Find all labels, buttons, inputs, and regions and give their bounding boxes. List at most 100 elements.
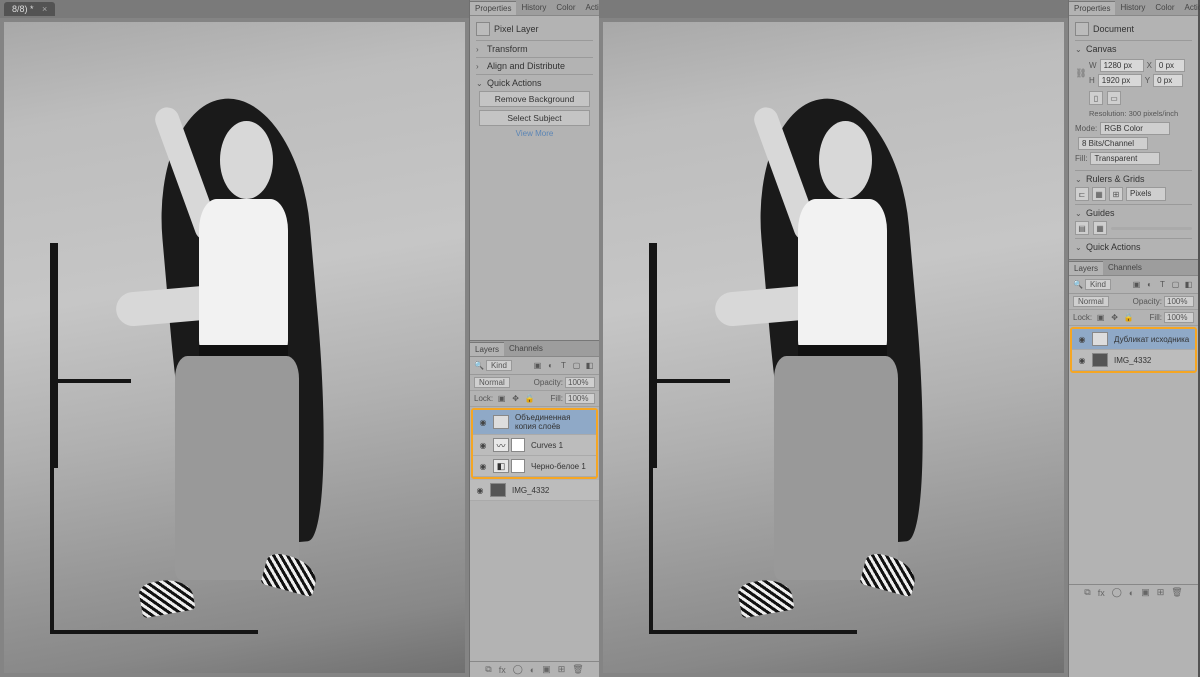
height-input[interactable]: 1920 px bbox=[1098, 74, 1142, 87]
tab-channels[interactable]: Channels bbox=[1103, 261, 1147, 274]
opacity-input[interactable]: 100% bbox=[1164, 296, 1194, 307]
layer-name[interactable]: Дубликат исходника bbox=[1112, 335, 1191, 344]
grid2-icon[interactable]: ⊞ bbox=[1109, 187, 1123, 201]
layer-row[interactable]: ◉ IMG_4332 bbox=[470, 480, 599, 501]
canvas-holder[interactable] bbox=[599, 18, 1068, 677]
fill-input[interactable]: 100% bbox=[1164, 312, 1194, 323]
layer-row[interactable]: ◉ Дубликат исходника bbox=[1072, 329, 1195, 350]
layers-tabs: Layers Channels bbox=[1069, 260, 1198, 276]
trash-icon[interactable]: 🗑 bbox=[572, 664, 583, 675]
y-input[interactable]: 0 px bbox=[1153, 74, 1183, 87]
guides-toggle-icon[interactable]: ▤ bbox=[1075, 221, 1089, 235]
guides-lock-icon[interactable]: ▦ bbox=[1093, 221, 1107, 235]
layer-thumb bbox=[490, 483, 506, 497]
mask-icon[interactable]: ◯ bbox=[513, 664, 523, 675]
visibility-icon[interactable]: ◉ bbox=[474, 486, 486, 495]
select-subject-button[interactable]: Select Subject bbox=[479, 110, 590, 126]
link-icon[interactable]: ⧉ bbox=[485, 664, 491, 675]
lock-all-icon[interactable]: 🔒 bbox=[524, 393, 535, 404]
tab-history[interactable]: History bbox=[1115, 1, 1150, 14]
lock-pixels-icon[interactable]: ▣ bbox=[496, 393, 507, 404]
group-icon[interactable]: ▣ bbox=[1141, 587, 1150, 598]
tab-color[interactable]: Color bbox=[551, 1, 580, 14]
ruler-icon[interactable]: ⊏ bbox=[1075, 187, 1089, 201]
visibility-icon[interactable]: ◉ bbox=[477, 462, 489, 471]
lock-position-icon[interactable]: ✥ bbox=[1109, 312, 1120, 323]
canvas-holder[interactable] bbox=[0, 18, 469, 677]
tab-actions[interactable]: Actions bbox=[1179, 1, 1200, 14]
section-canvas[interactable]: ⌄Canvas bbox=[1075, 44, 1192, 54]
tab-properties[interactable]: Properties bbox=[470, 1, 516, 15]
lock-pixels-icon[interactable]: ▣ bbox=[1095, 312, 1106, 323]
mask-icon[interactable]: ◯ bbox=[1112, 587, 1122, 598]
tab-layers[interactable]: Layers bbox=[1069, 261, 1103, 275]
orientation-portrait-icon[interactable]: ▯ bbox=[1089, 91, 1103, 105]
bit-depth-select[interactable]: 8 Bits/Channel bbox=[1078, 137, 1148, 150]
layer-row[interactable]: ◉ 〰 Curves 1 bbox=[473, 435, 596, 456]
layer-name[interactable]: IMG_4332 bbox=[1112, 356, 1191, 365]
tab-history[interactable]: History bbox=[516, 1, 551, 14]
visibility-icon[interactable]: ◉ bbox=[1076, 356, 1088, 365]
orientation-landscape-icon[interactable]: ▭ bbox=[1107, 91, 1121, 105]
right-panels-right-doc: Properties History Color Actions Swatch … bbox=[1068, 0, 1198, 677]
opacity-input[interactable]: 100% bbox=[565, 377, 595, 388]
layer-row[interactable]: ◉ Объединенная копия слоёв bbox=[473, 410, 596, 435]
layer-name[interactable]: Curves 1 bbox=[529, 441, 592, 450]
tab-channels[interactable]: Channels bbox=[504, 342, 548, 355]
layer-name[interactable]: Черно-белое 1 bbox=[529, 462, 592, 471]
section-quick-actions[interactable]: ⌄Quick Actions bbox=[1075, 242, 1192, 252]
section-align[interactable]: ›Align and Distribute bbox=[476, 61, 593, 71]
document-tab[interactable]: 8/8) * × bbox=[4, 2, 55, 16]
section-guides[interactable]: ⌄Guides bbox=[1075, 208, 1192, 218]
guides-slider[interactable] bbox=[1111, 227, 1192, 230]
trash-icon[interactable]: 🗑 bbox=[1171, 587, 1182, 598]
layer-name[interactable]: Объединенная копия слоёв bbox=[513, 413, 592, 431]
canvas-fill-select[interactable]: Transparent bbox=[1090, 152, 1160, 165]
blend-row: Normal Opacity:100% bbox=[470, 375, 599, 391]
section-transform[interactable]: ›Transform bbox=[476, 44, 593, 54]
new-layer-icon[interactable]: ⊞ bbox=[1157, 587, 1165, 598]
layer-thumb bbox=[1092, 332, 1108, 346]
x-input[interactable]: 0 px bbox=[1155, 59, 1185, 72]
tab-properties[interactable]: Properties bbox=[1069, 1, 1115, 15]
visibility-icon[interactable]: ◉ bbox=[477, 441, 489, 450]
new-layer-icon[interactable]: ⊞ bbox=[558, 664, 566, 675]
link-dimensions-icon[interactable]: ⛓ bbox=[1075, 57, 1087, 89]
layer-name[interactable]: IMG_4332 bbox=[510, 486, 595, 495]
section-quick-actions[interactable]: ⌄Quick Actions bbox=[476, 78, 593, 88]
kind-filter[interactable]: Kind bbox=[486, 360, 512, 371]
close-icon[interactable]: × bbox=[42, 4, 47, 14]
group-icon[interactable]: ▣ bbox=[542, 664, 551, 675]
layer-row[interactable]: ◉ IMG_4332 bbox=[1072, 350, 1195, 371]
visibility-icon[interactable]: ◉ bbox=[1076, 335, 1088, 344]
lock-position-icon[interactable]: ✥ bbox=[510, 393, 521, 404]
blend-mode-select[interactable]: Normal bbox=[474, 377, 510, 388]
blend-mode-select[interactable]: Normal bbox=[1073, 296, 1109, 307]
document-tab-bar: 8/8) * × bbox=[0, 0, 469, 18]
view-more-link[interactable]: View More bbox=[476, 129, 593, 138]
layer-type-label: Pixel Layer bbox=[494, 24, 539, 34]
fill-input[interactable]: 100% bbox=[565, 393, 595, 404]
width-input[interactable]: 1280 px bbox=[1100, 59, 1144, 72]
tab-color[interactable]: Color bbox=[1150, 1, 1179, 14]
tab-layers[interactable]: Layers bbox=[470, 342, 504, 356]
layer-row[interactable]: ◉ ◧ Черно-белое 1 bbox=[473, 456, 596, 477]
section-rulers[interactable]: ⌄Rulers & Grids bbox=[1075, 174, 1192, 184]
layer-thumb bbox=[1092, 353, 1108, 367]
ruler-units-select[interactable]: Pixels bbox=[1126, 187, 1166, 201]
link-icon[interactable]: ⧉ bbox=[1084, 587, 1090, 598]
photo-canvas bbox=[4, 22, 465, 673]
layer-mask-thumb[interactable] bbox=[511, 459, 525, 473]
remove-background-button[interactable]: Remove Background bbox=[479, 91, 590, 107]
fx-icon[interactable]: fx bbox=[499, 665, 506, 675]
layer-mask-thumb[interactable] bbox=[511, 438, 525, 452]
adjustment-icon[interactable]: ◐ bbox=[1129, 588, 1134, 598]
kind-filter[interactable]: Kind bbox=[1085, 279, 1111, 290]
grid-icon[interactable]: ▦ bbox=[1092, 187, 1106, 201]
blend-row: Normal Opacity:100% bbox=[1069, 294, 1198, 310]
adjustment-icon[interactable]: ◐ bbox=[530, 665, 535, 675]
color-mode-select[interactable]: RGB Color bbox=[1100, 122, 1170, 135]
visibility-icon[interactable]: ◉ bbox=[477, 418, 489, 427]
fx-icon[interactable]: fx bbox=[1098, 588, 1105, 598]
lock-all-icon[interactable]: 🔒 bbox=[1123, 312, 1134, 323]
